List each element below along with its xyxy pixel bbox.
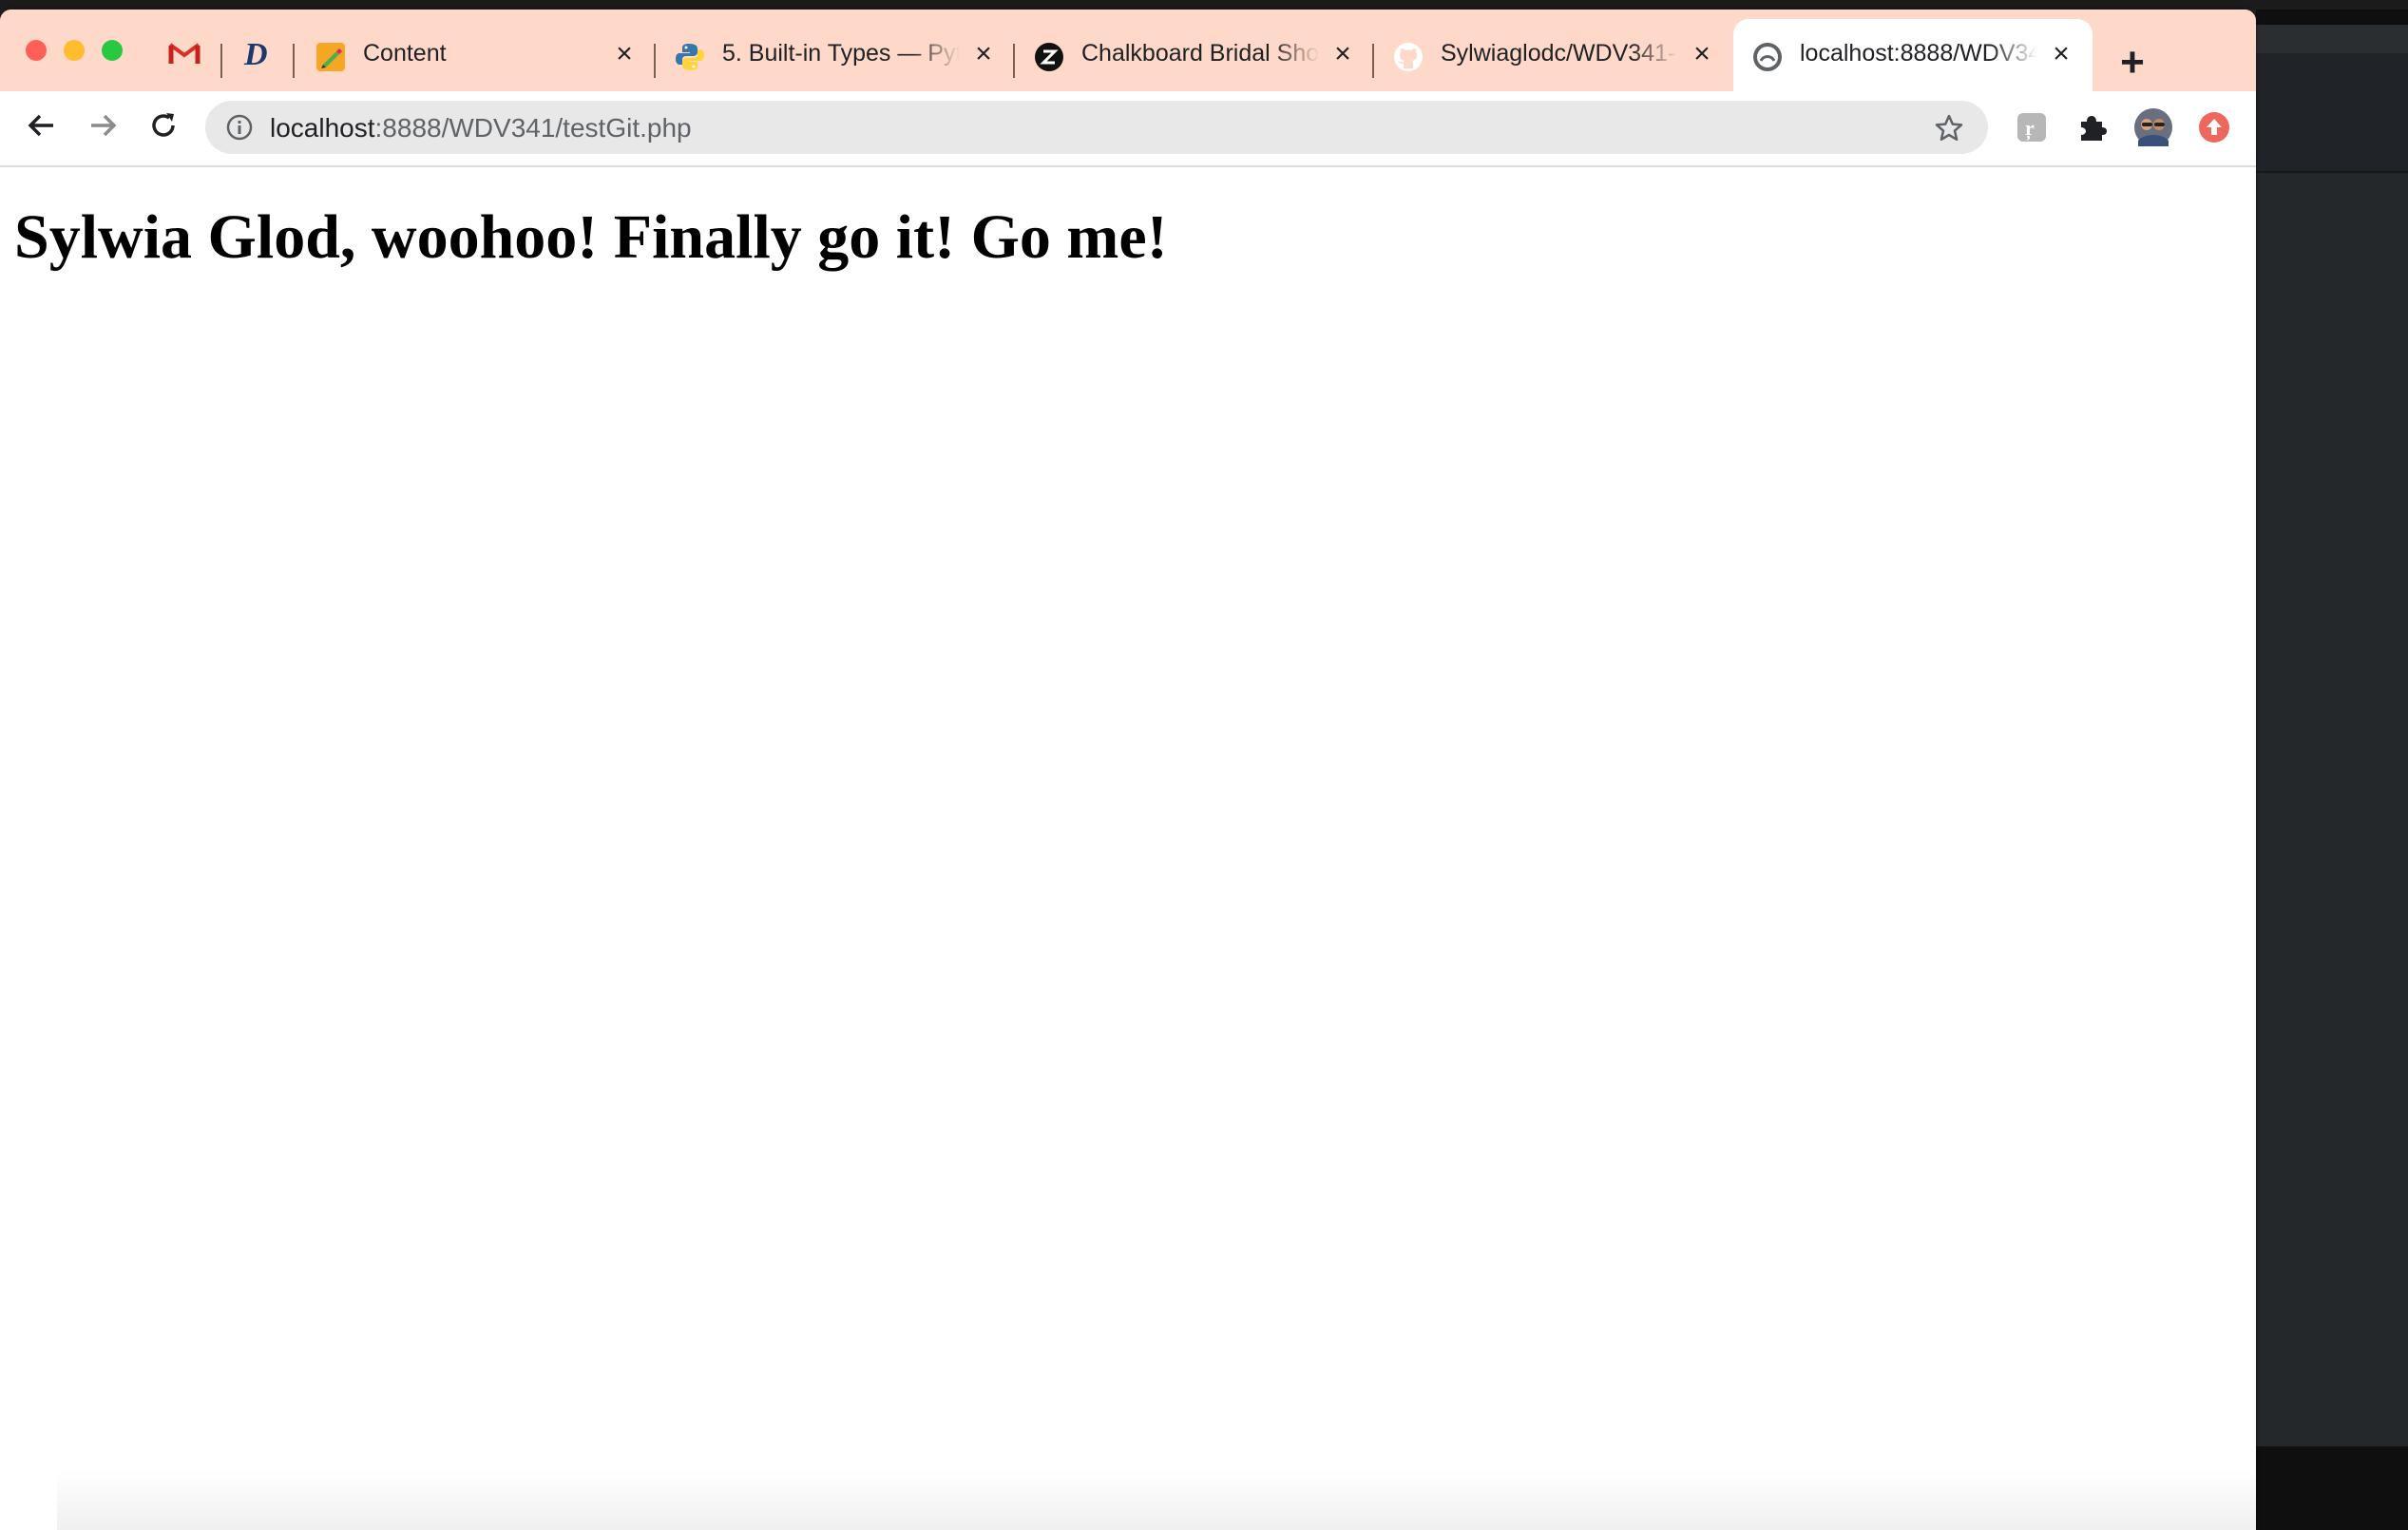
zoom-window-button[interactable] xyxy=(102,40,123,61)
browser-toolbar: localhost:8888/WDV341/testGit.php ŗ xyxy=(0,91,2256,167)
pencil-icon xyxy=(315,42,346,72)
svg-text:D: D xyxy=(243,37,268,70)
extensions-button[interactable] xyxy=(2074,110,2112,148)
close-tab-button[interactable]: × xyxy=(967,38,1000,70)
address-bar[interactable]: localhost:8888/WDV341/testGit.php xyxy=(205,101,1988,154)
pinned-tab-d[interactable]: D xyxy=(238,36,276,75)
background-window[interactable] xyxy=(2256,25,2408,1446)
url-host: localhost xyxy=(270,113,375,143)
close-tab-button[interactable]: × xyxy=(608,38,640,70)
update-icon xyxy=(2198,111,2230,148)
tab-python-docs[interactable]: 5. Built-in Types — Python × xyxy=(656,19,1015,91)
grammarly-extension-button[interactable]: ŗ xyxy=(2013,110,2051,148)
globe-icon xyxy=(1752,42,1783,72)
tab-title: Chalkboard Bridal Shower xyxy=(1081,40,1319,67)
site-info-icon[interactable] xyxy=(224,112,255,143)
d-letter-icon: D xyxy=(240,36,273,75)
tab-strip: D Content × 5. Built-in Types — Pyt × Ch… xyxy=(0,10,2256,91)
tab-separator xyxy=(293,44,295,78)
url-path: :8888/WDV341/testGit.php xyxy=(374,113,692,143)
background-window-titlebar xyxy=(2256,25,2408,53)
tab-github-repo[interactable]: Sylwiaglodc/WDV341- × xyxy=(1374,19,1733,91)
background-window-toolbar xyxy=(2256,53,2408,173)
svg-text:ŗ: ŗ xyxy=(2025,116,2035,141)
tab-content[interactable]: Content × xyxy=(296,19,656,91)
github-icon xyxy=(1393,42,1424,72)
bookmark-star-icon[interactable] xyxy=(1933,112,1965,144)
tab-title: 5. Built-in Types — Python xyxy=(722,40,960,67)
tab-separator xyxy=(220,44,222,78)
python-icon xyxy=(675,42,705,72)
tab-title: Sylwiaglodc/WDV341- xyxy=(1441,40,1676,67)
browser-window: D Content × 5. Built-in Types — Pyt × Ch… xyxy=(0,10,2256,1530)
extensions-puzzle-icon xyxy=(2077,112,2108,147)
tab-title: Content xyxy=(363,40,447,67)
close-tab-button[interactable]: × xyxy=(2045,38,2077,70)
forward-arrow-icon xyxy=(87,110,118,145)
close-window-button[interactable] xyxy=(26,40,47,61)
tab-chalkboard-bridal[interactable]: Chalkboard Bridal Shower × xyxy=(1015,19,1374,91)
back-arrow-icon xyxy=(27,110,57,145)
update-button[interactable] xyxy=(2195,110,2233,148)
new-tab-button[interactable]: + xyxy=(2112,42,2153,86)
reload-button[interactable] xyxy=(143,106,184,148)
forward-button[interactable] xyxy=(82,106,124,148)
back-button[interactable] xyxy=(21,106,63,148)
url-text[interactable]: localhost:8888/WDV341/testGit.php xyxy=(270,113,692,143)
grammarly-icon: ŗ xyxy=(2016,112,2047,147)
window-shadow xyxy=(57,1469,2256,1530)
minimize-window-button[interactable] xyxy=(64,40,85,61)
close-tab-button[interactable]: × xyxy=(1327,38,1359,70)
z-logo-icon xyxy=(1034,42,1064,72)
page-content: Sylwia Glod, woohoo! Finally go it! Go m… xyxy=(0,167,2256,1530)
profile-avatar-button[interactable] xyxy=(2134,107,2172,151)
close-tab-button[interactable]: × xyxy=(1686,38,1718,70)
desktop-top-bar xyxy=(0,0,2408,10)
tab-localhost-active[interactable]: localhost:8888/WDV341/testGit.php × xyxy=(1733,19,2093,91)
gmail-icon xyxy=(168,41,201,70)
profile-avatar xyxy=(2134,107,2172,151)
tab-title: localhost:8888/WDV341/testGit.php xyxy=(1800,40,2037,67)
page-heading: Sylwia Glod, woohoo! Finally go it! Go m… xyxy=(14,202,1168,272)
reload-icon xyxy=(148,110,179,145)
pinned-tab-gmail[interactable] xyxy=(165,38,203,72)
